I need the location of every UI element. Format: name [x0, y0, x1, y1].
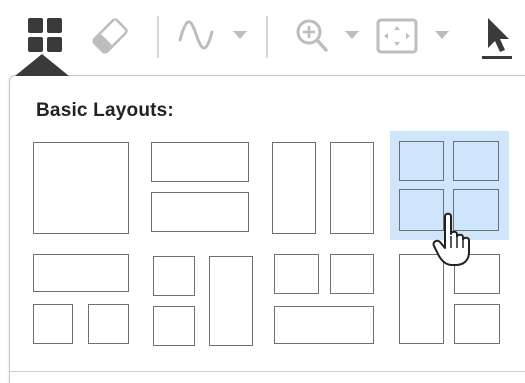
layout-cell — [272, 142, 316, 234]
toolbar — [0, 0, 525, 76]
fit-to-view-icon — [376, 18, 418, 54]
chevron-down-icon — [233, 31, 247, 39]
layout-cell — [399, 141, 444, 181]
fit-to-view-button[interactable] — [374, 14, 464, 58]
zoom-in-icon — [296, 19, 328, 52]
layout-cell — [330, 254, 374, 294]
layout-cell — [274, 306, 374, 344]
layout-option-2-columns[interactable] — [266, 138, 382, 238]
layout-option-2-top-1-bottom[interactable] — [266, 250, 382, 350]
layout-cell — [33, 304, 73, 344]
layout-cell — [453, 141, 499, 181]
panel-divider — [10, 371, 525, 372]
layout-cell — [33, 254, 129, 292]
layout-cell — [274, 254, 319, 294]
layout-cell — [88, 304, 129, 344]
toolbar-separator — [157, 16, 159, 58]
layout-picker-screen: Basic Layouts: — [0, 0, 525, 383]
layout-grid-icon[interactable] — [26, 16, 66, 56]
layout-cell — [153, 256, 195, 296]
layout-option-1-top-2-bottom[interactable] — [27, 250, 135, 350]
eraser-icon[interactable] — [88, 16, 132, 56]
hand-pointer-cursor-icon — [432, 212, 470, 266]
layout-cell — [151, 192, 249, 232]
toolbar-separator — [266, 16, 268, 58]
chevron-down-icon — [345, 31, 359, 39]
layout-option-2-left-1-right[interactable] — [145, 250, 257, 350]
layout-cell — [330, 142, 374, 234]
chevron-down-icon — [435, 31, 449, 39]
layout-cell — [209, 256, 253, 346]
zoom-button[interactable] — [292, 14, 362, 58]
layout-option-2-rows[interactable] — [145, 138, 257, 238]
layout-option-1x1[interactable] — [27, 138, 135, 238]
panel-title: Basic Layouts: — [36, 100, 174, 121]
layout-cell — [454, 304, 500, 344]
layout-cell — [151, 142, 249, 182]
signal-wave-icon — [178, 20, 214, 50]
active-indicator — [15, 54, 69, 76]
layout-cell — [33, 142, 129, 234]
pointer-select-icon[interactable] — [476, 14, 516, 62]
signal-wave-button[interactable] — [176, 12, 256, 60]
layout-cell — [153, 306, 195, 346]
